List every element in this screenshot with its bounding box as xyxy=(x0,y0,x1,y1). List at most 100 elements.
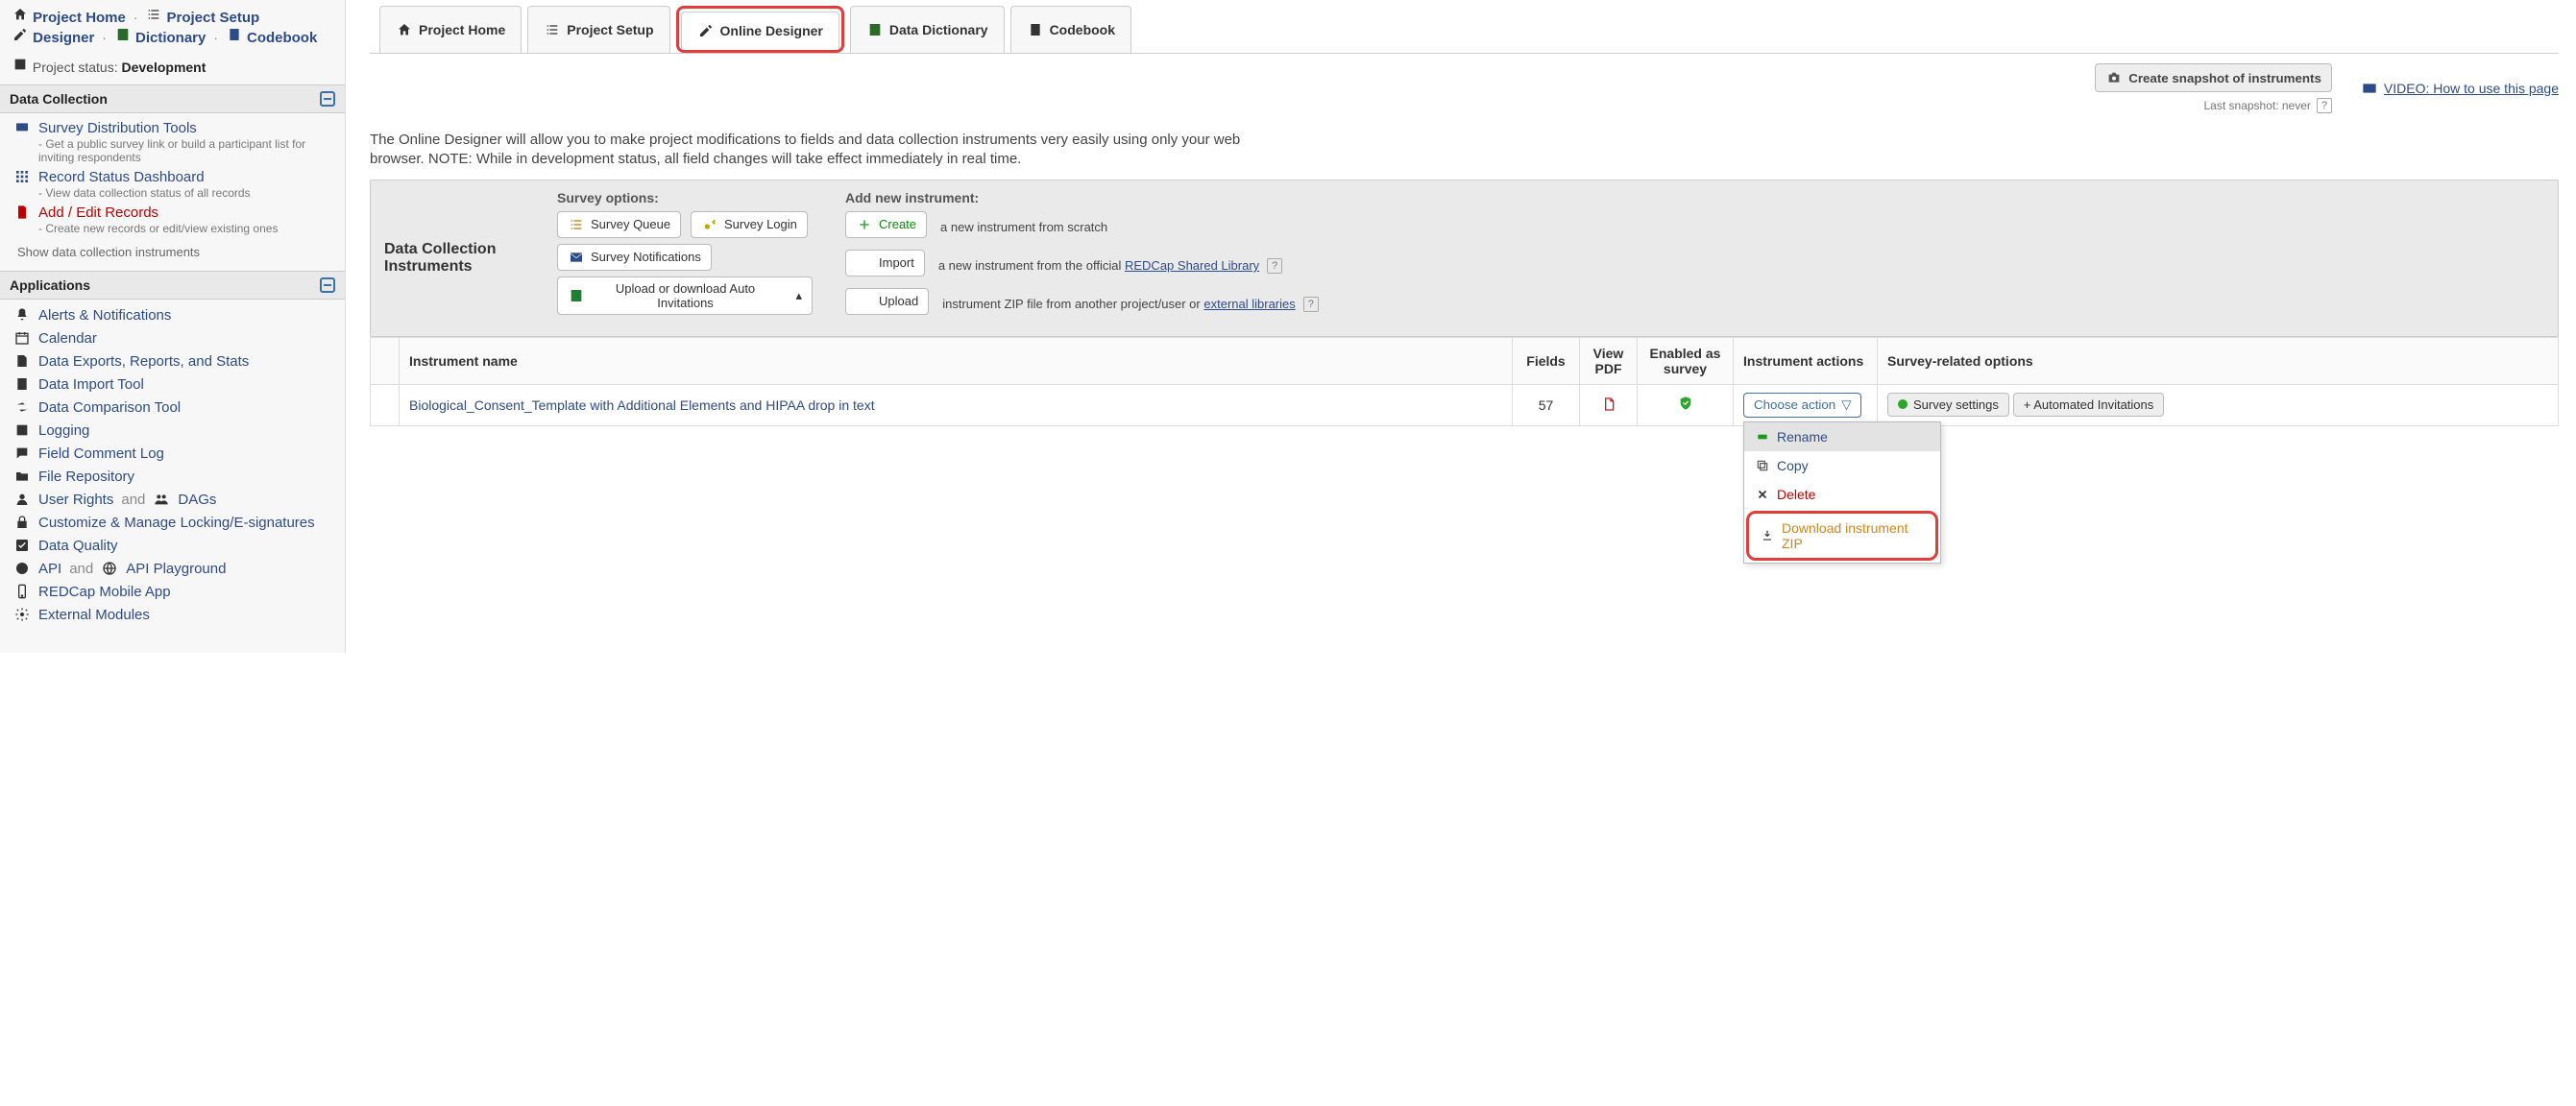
section-data-collection[interactable]: Data Collection xyxy=(0,84,345,113)
app-filerepo[interactable]: File Repository xyxy=(0,465,345,488)
pdf-icon[interactable] xyxy=(1600,396,1617,413)
action-menu: Rename Copy Delete Download instrument Z… xyxy=(1743,421,1941,564)
app-compare[interactable]: Data Comparison Tool xyxy=(0,396,345,419)
shield-icon xyxy=(1678,398,1693,414)
auto-invite-button[interactable]: Upload or download Auto Invitations ▴ xyxy=(557,276,813,315)
app-calendar[interactable]: Calendar xyxy=(0,326,345,349)
list-icon xyxy=(568,216,585,233)
nav-designer[interactable]: Designer xyxy=(12,30,94,46)
app-user-rights[interactable]: User Rights and DAGs xyxy=(0,488,345,511)
doc-icon xyxy=(13,204,31,221)
app-mobile[interactable]: REDCap Mobile App xyxy=(0,580,345,603)
collapse-icon[interactable] xyxy=(320,277,335,293)
sidebar-item-desc: - Get a public survey link or build a pa… xyxy=(13,137,331,164)
page-description: The Online Designer will allow you to ma… xyxy=(370,131,1282,170)
survey-icon xyxy=(13,119,31,136)
menu-copy[interactable]: Copy xyxy=(1744,451,1940,480)
folder-icon xyxy=(13,468,31,485)
sidebar-item-survey-dist[interactable]: Survey Distribution Tools - Get a public… xyxy=(0,117,345,166)
app-alerts[interactable]: Alerts & Notifications xyxy=(0,303,345,326)
globe-icon xyxy=(101,560,118,577)
instrument-name-link[interactable]: Biological_Consent_Template with Additio… xyxy=(409,397,875,413)
nav-project-setup[interactable]: Project Setup xyxy=(145,10,259,26)
collapse-icon[interactable] xyxy=(320,91,335,107)
external-libraries-link[interactable]: external libraries xyxy=(1203,297,1295,311)
app-data-quality[interactable]: Data Quality xyxy=(0,534,345,557)
log-icon xyxy=(13,421,31,439)
copy-icon xyxy=(1756,459,1769,472)
show-instruments-link[interactable]: Show data collection instruments xyxy=(0,237,345,267)
tab-codebook[interactable]: Codebook xyxy=(1010,6,1131,53)
delete-icon xyxy=(1756,488,1769,501)
table-row: Biological_Consent_Template with Additio… xyxy=(371,384,2559,425)
app-exports[interactable]: Data Exports, Reports, and Stats xyxy=(0,349,345,373)
highlight-ring: Online Designer xyxy=(676,6,844,53)
tab-project-setup[interactable]: Project Setup xyxy=(527,6,669,53)
choose-action-button[interactable]: Choose action ▽ xyxy=(1743,393,1861,418)
app-api[interactable]: API and API Playground xyxy=(0,557,345,580)
edit-icon xyxy=(697,22,715,39)
nav-project-home[interactable]: Project Home xyxy=(12,10,126,26)
survey-queue-button[interactable]: Survey Queue xyxy=(557,211,681,238)
upload-button[interactable]: Upload xyxy=(845,288,929,315)
snapshot-button[interactable]: Create snapshot of instruments xyxy=(2095,63,2332,92)
import-icon xyxy=(13,375,31,393)
nav-dictionary[interactable]: Dictionary xyxy=(114,30,207,46)
caret-up-icon: ▴ xyxy=(795,288,802,303)
help-icon[interactable]: ? xyxy=(2317,98,2332,113)
bell-icon xyxy=(13,306,31,324)
shared-library-link[interactable]: REDCap Shared Library xyxy=(1125,258,1259,273)
tab-bar: Project Home Project Setup Online Design… xyxy=(370,6,2559,54)
instruments-table: Instrument name Fields View PDF Enabled … xyxy=(370,337,2559,426)
chevron-down-icon: ▽ xyxy=(1841,397,1851,413)
calendar-icon xyxy=(13,329,31,347)
menu-delete[interactable]: Delete xyxy=(1744,480,1940,509)
survey-settings-button[interactable]: Survey settings xyxy=(1887,393,2009,417)
help-icon[interactable]: ? xyxy=(1303,297,1319,312)
sidebar-item-record-dash[interactable]: Record Status Dashboard - View data coll… xyxy=(0,166,345,202)
col-survey-opts: Survey-related options xyxy=(1878,337,2559,384)
add-instrument-heading: Add new instrument: xyxy=(845,190,2544,205)
survey-notif-button[interactable]: Survey Notifications xyxy=(557,244,712,271)
sidebar-item-desc: - Create new records or edit/view existi… xyxy=(13,222,331,235)
mail-icon xyxy=(568,249,585,266)
section-applications[interactable]: Applications xyxy=(0,271,345,300)
app-lock[interactable]: Customize & Manage Locking/E-signatures xyxy=(0,511,345,534)
download-icon xyxy=(856,254,873,272)
home-icon xyxy=(396,21,413,38)
app-comment[interactable]: Field Comment Log xyxy=(0,442,345,465)
user-icon xyxy=(13,491,31,508)
api-icon xyxy=(13,560,31,577)
col-actions: Instrument actions xyxy=(1734,337,1878,384)
menu-rename[interactable]: Rename xyxy=(1744,422,1940,451)
grid-icon xyxy=(13,168,31,185)
app-import[interactable]: Data Import Tool xyxy=(0,373,345,396)
tab-data-dictionary[interactable]: Data Dictionary xyxy=(850,6,1005,53)
create-button[interactable]: Create xyxy=(845,211,927,238)
tab-online-designer[interactable]: Online Designer xyxy=(681,12,839,49)
survey-login-button[interactable]: Survey Login xyxy=(691,211,808,238)
video-icon xyxy=(2361,80,2378,97)
col-fields: Fields xyxy=(1513,337,1580,384)
sidebar-item-desc: - View data collection status of all rec… xyxy=(13,186,331,200)
gear-icon xyxy=(13,606,31,623)
video-link[interactable]: VIDEO: How to use this page xyxy=(2361,80,2559,97)
sidebar-item-add-edit[interactable]: Add / Edit Records - Create new records … xyxy=(0,202,345,237)
sidebar: Project Home · Project Setup Designer · … xyxy=(0,0,346,653)
app-external[interactable]: External Modules xyxy=(0,603,345,626)
col-survey: Enabled as survey xyxy=(1638,337,1734,384)
edit-icon xyxy=(12,26,29,43)
automated-invitations-button[interactable]: + Automated Invitations xyxy=(2013,393,2165,417)
nav-codebook[interactable]: Codebook xyxy=(226,30,318,46)
key-icon xyxy=(701,216,718,233)
tab-project-home[interactable]: Project Home xyxy=(379,6,522,53)
export-icon xyxy=(13,352,31,370)
import-button[interactable]: Import xyxy=(845,250,925,276)
help-icon[interactable]: ? xyxy=(1267,258,1282,274)
download-icon xyxy=(1761,529,1774,542)
dictionary-icon xyxy=(866,21,884,38)
dictionary-icon xyxy=(114,26,132,43)
comment-icon xyxy=(13,445,31,462)
app-logging[interactable]: Logging xyxy=(0,419,345,442)
menu-download-zip[interactable]: Download instrument ZIP xyxy=(1746,511,1938,561)
